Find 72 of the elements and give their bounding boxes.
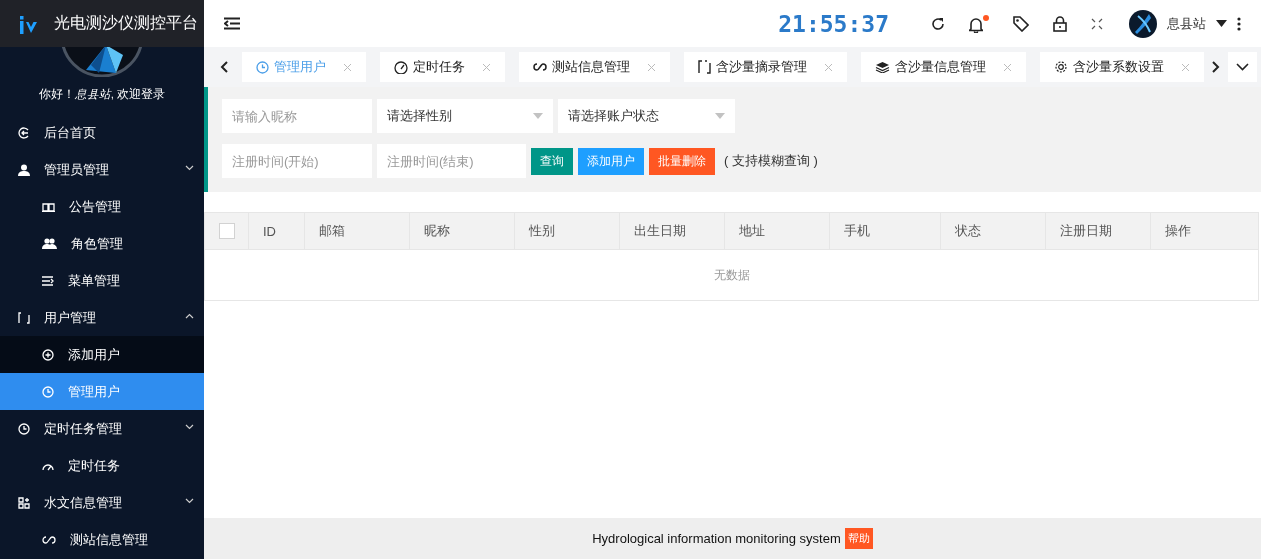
fullscreen-icon[interactable] xyxy=(1091,17,1103,30)
chevron-right-icon xyxy=(1212,61,1220,73)
clock-icon xyxy=(256,60,269,74)
more-icon[interactable] xyxy=(1237,16,1241,31)
hint-text: ( 支持模糊查询 ) xyxy=(724,152,818,170)
layers-icon xyxy=(875,61,890,73)
column-header: 昵称 xyxy=(410,213,515,249)
gear-icon xyxy=(1054,60,1068,74)
column-header: ID xyxy=(249,213,305,249)
menu-item[interactable]: 菜单管理 xyxy=(0,262,204,299)
menu-item[interactable]: 定时任务管理 xyxy=(0,410,204,447)
bell-icon[interactable] xyxy=(969,14,989,33)
chevron-left-icon xyxy=(220,61,228,73)
column-header: 操作 xyxy=(1164,222,1192,240)
empty-message: 无数据 xyxy=(713,266,750,284)
link-icon xyxy=(42,535,56,544)
welcome-text: 你好！息县站, 欢迎登录 xyxy=(37,87,167,102)
lock-icon[interactable] xyxy=(1053,15,1067,32)
users-icon xyxy=(42,238,57,249)
link-icon xyxy=(533,63,547,71)
bracket-icon xyxy=(18,311,30,324)
logout-icon xyxy=(18,126,30,139)
menu-item[interactable]: 后台首页 xyxy=(0,114,204,151)
tab[interactable]: 含沙量信息管理 xyxy=(861,52,1026,82)
column-header: 状态 xyxy=(941,213,1046,249)
column-header: 手机 xyxy=(830,213,941,249)
menu-item[interactable]: 公告管理 xyxy=(0,188,204,225)
gauge-icon xyxy=(394,60,408,74)
footer-text: Hydrological information monitoring system xyxy=(592,531,841,546)
menu-item[interactable]: 定时任务 xyxy=(0,447,204,484)
tab[interactable]: 定时任务 xyxy=(380,52,505,82)
bracket-icon xyxy=(698,60,711,74)
search-button[interactable]: 查询 xyxy=(531,147,573,175)
user-icon xyxy=(18,163,30,176)
menu-item[interactable]: 添加用户 xyxy=(0,336,204,373)
menu-item[interactable]: 用户管理 xyxy=(0,299,204,336)
dropdown-arrow-icon xyxy=(715,113,725,119)
clock-text: 21:55:37 xyxy=(778,10,889,37)
status-select[interactable]: 请选择账户状态 xyxy=(558,99,735,133)
menu-item[interactable]: 角色管理 xyxy=(0,225,204,262)
end-date-field[interactable]: 注册时间(结束) xyxy=(377,144,526,178)
clock-icon xyxy=(42,385,54,398)
menu-item[interactable]: 测站信息管理 xyxy=(0,521,204,558)
column-header: 性别 xyxy=(515,213,620,249)
column-header: 地址 xyxy=(725,213,830,249)
user-name[interactable]: 息县站 xyxy=(1167,14,1206,33)
column-header: 注册日期 xyxy=(1046,213,1151,249)
plus-circle-icon xyxy=(42,348,54,361)
start-date-field[interactable]: 注册时间(开始) xyxy=(222,144,372,178)
tab[interactable]: 含沙量系数设置 xyxy=(1040,52,1204,82)
grid-icon xyxy=(18,496,30,509)
column-header: 出生日期 xyxy=(620,213,725,249)
menu-icon[interactable] xyxy=(224,17,240,30)
caret-icon[interactable] xyxy=(1216,20,1227,27)
book-icon xyxy=(42,201,55,212)
tab[interactable]: 测站信息管理 xyxy=(519,52,670,82)
column-header: 邮箱 xyxy=(305,213,410,249)
menu-item[interactable]: 水文信息管理 xyxy=(0,484,204,521)
tab[interactable]: 含沙量摘录管理 xyxy=(684,52,847,82)
clock-icon xyxy=(18,422,30,435)
tab-menu-button[interactable] xyxy=(1228,52,1257,82)
avatar[interactable] xyxy=(1129,9,1157,38)
dropdown-arrow-icon xyxy=(533,113,543,119)
list-icon xyxy=(42,275,54,286)
app-title: 光电测沙仪测控平台 xyxy=(54,13,198,33)
chevron-down-icon xyxy=(1236,63,1249,71)
menu-item[interactable]: 管理员管理 xyxy=(0,151,204,188)
tag-icon[interactable] xyxy=(1013,15,1029,32)
nickname-field[interactable]: 请输入昵称 xyxy=(222,99,372,133)
gender-select[interactable]: 请选择性别 xyxy=(377,99,553,133)
refresh-icon[interactable] xyxy=(931,16,945,31)
select-all-checkbox[interactable] xyxy=(218,223,235,239)
